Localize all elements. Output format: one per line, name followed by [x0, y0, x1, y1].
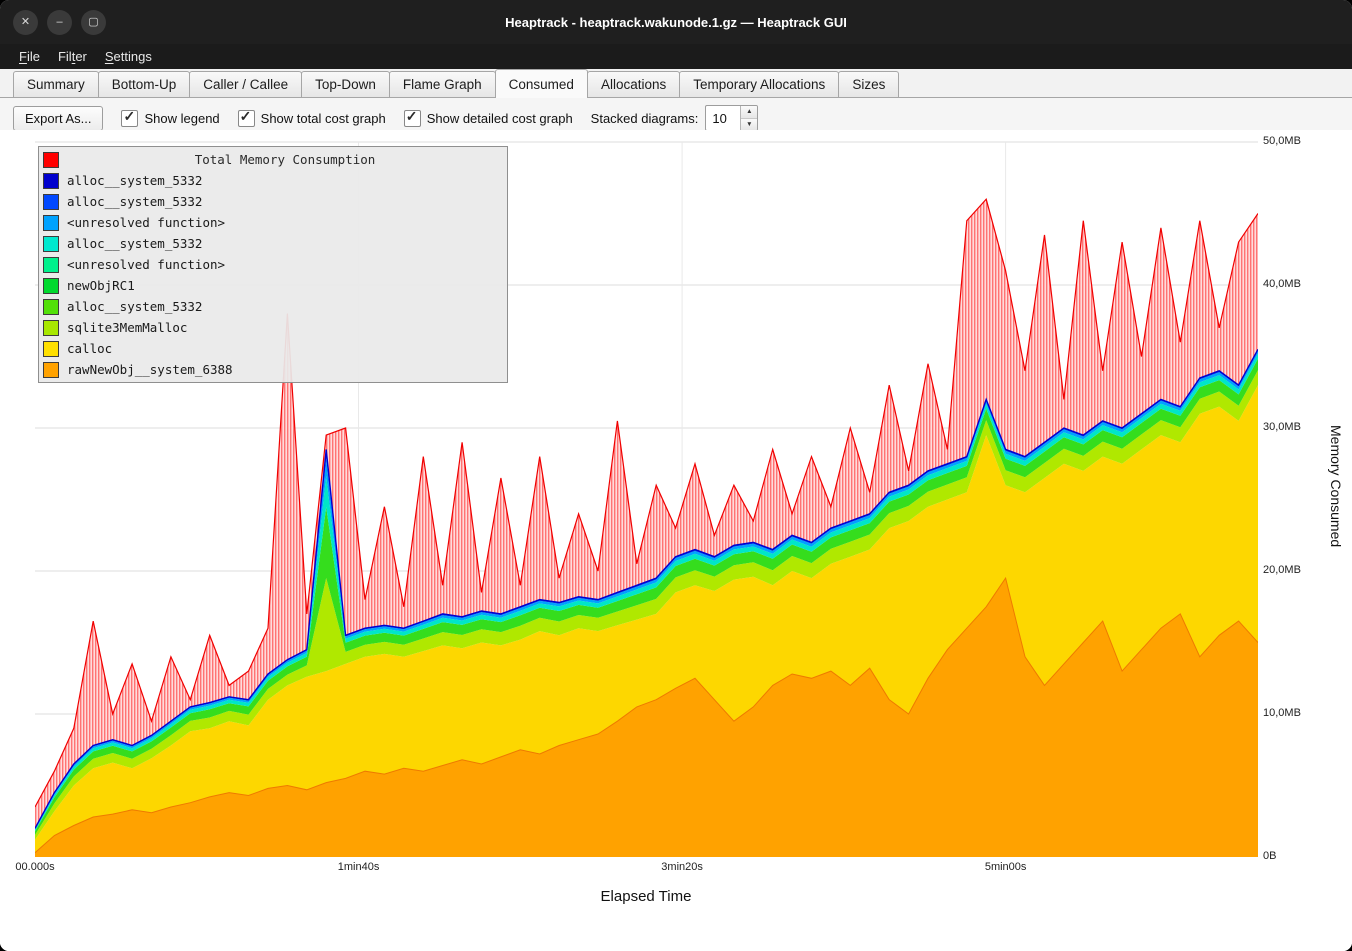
legend-swatch [43, 215, 59, 231]
checkbox-label: Show legend [144, 111, 219, 126]
maximize-button[interactable]: ▢ [81, 10, 106, 35]
tab-allocations[interactable]: Allocations [587, 71, 680, 97]
checkbox-show-total-cost-graph[interactable]: Show total cost graph [238, 110, 386, 127]
checkbox-box[interactable] [404, 110, 421, 127]
stacked-diagrams-label: Stacked diagrams: [591, 111, 699, 126]
checkbox-show-legend[interactable]: Show legend [121, 110, 219, 127]
x-tick-label: 00.000s [15, 861, 54, 873]
legend-item-label: <unresolved function> [67, 215, 225, 230]
checkbox-label: Show total cost graph [261, 111, 386, 126]
legend-swatch [43, 257, 59, 273]
minimize-button[interactable]: – [47, 10, 72, 35]
menu-settings[interactable]: Settings [96, 46, 161, 67]
checkbox-box[interactable] [121, 110, 138, 127]
y-tick-label: 30,0MB [1263, 421, 1301, 433]
window-controls: ✕–▢ [0, 10, 106, 35]
legend-item-label: <unresolved function> [67, 257, 225, 272]
legend-item: rawNewObj__system_6388 [39, 359, 507, 380]
tab-sizes[interactable]: Sizes [838, 71, 899, 97]
stacked-diagrams-group: Stacked diagrams: 10 ▲ ▼ [591, 105, 759, 131]
legend-item: sqlite3MemMalloc [39, 317, 507, 338]
tab-caller-callee[interactable]: Caller / Callee [189, 71, 302, 97]
tab-consumed[interactable]: Consumed [495, 69, 588, 97]
menu-filter[interactable]: Filter [49, 46, 96, 67]
legend-swatch [43, 299, 59, 315]
legend-item: alloc__system_5332 [39, 191, 507, 212]
spin-up-button[interactable]: ▲ [741, 106, 757, 118]
checkbox-box[interactable] [238, 110, 255, 127]
y-tick-label: 0B [1263, 850, 1276, 862]
legend-title-row: Total Memory Consumption [39, 149, 507, 170]
tab-bottom-up[interactable]: Bottom-Up [98, 71, 191, 97]
legend-swatch [43, 194, 59, 210]
legend-swatch [43, 278, 59, 294]
chart-legend: Total Memory Consumption alloc__system_53… [38, 146, 508, 383]
y-axis-title: Memory Consumed [1328, 425, 1344, 547]
tab-summary[interactable]: Summary [13, 71, 99, 97]
tab-temporary-allocations[interactable]: Temporary Allocations [679, 71, 839, 97]
spinbox-buttons: ▲ ▼ [740, 106, 757, 130]
menu-bar: FileFilterSettings [0, 44, 1352, 69]
legend-item-label: alloc__system_5332 [67, 236, 202, 251]
x-tick-label: 3min20s [661, 861, 703, 873]
title-bar: ✕–▢ Heaptrack - heaptrack.wakunode.1.gz … [0, 0, 1352, 44]
y-tick-label: 40,0MB [1263, 278, 1301, 290]
heaptrack-window: ✕–▢ Heaptrack - heaptrack.wakunode.1.gz … [0, 0, 1352, 951]
legend-item-label: rawNewObj__system_6388 [67, 362, 233, 377]
legend-swatch [43, 341, 59, 357]
x-axis-title: Elapsed Time [601, 888, 692, 905]
x-tick-label: 5min00s [985, 861, 1027, 873]
legend-item: alloc__system_5332 [39, 296, 507, 317]
legend-swatch [43, 236, 59, 252]
x-tick-label: 1min40s [338, 861, 380, 873]
legend-swatch [43, 320, 59, 336]
legend-item-label: alloc__system_5332 [67, 299, 202, 314]
y-tick-label: 50,0MB [1263, 135, 1301, 147]
legend-title: Total Memory Consumption [67, 152, 503, 167]
legend-item: calloc [39, 338, 507, 359]
legend-item: alloc__system_5332 [39, 170, 507, 191]
y-tick-label: 20,0MB [1263, 564, 1301, 576]
legend-item-label: calloc [67, 341, 112, 356]
legend-item-label: alloc__system_5332 [67, 173, 202, 188]
tab-top-down[interactable]: Top-Down [301, 71, 390, 97]
close-button[interactable]: ✕ [13, 10, 38, 35]
legend-item: newObjRC1 [39, 275, 507, 296]
y-tick-label: 10,0MB [1263, 707, 1301, 719]
legend-swatch [43, 362, 59, 378]
legend-item: alloc__system_5332 [39, 233, 507, 254]
checkbox-show-detailed-cost-graph[interactable]: Show detailed cost graph [404, 110, 573, 127]
window-title: Heaptrack - heaptrack.wakunode.1.gz — He… [0, 15, 1352, 30]
legend-swatch [43, 152, 59, 168]
spinbox-value[interactable]: 10 [706, 106, 740, 130]
stacked-diagrams-spinbox[interactable]: 10 ▲ ▼ [705, 105, 758, 131]
menu-file[interactable]: File [10, 46, 49, 67]
legend-item-label: alloc__system_5332 [67, 194, 202, 209]
tab-flame-graph[interactable]: Flame Graph [389, 71, 496, 97]
legend-item-label: sqlite3MemMalloc [67, 320, 187, 335]
legend-item: <unresolved function> [39, 254, 507, 275]
chart-area: Total Memory Consumption alloc__system_53… [0, 130, 1352, 951]
toolbar-checkboxes: Show legend Show total cost graph Show det… [121, 110, 572, 127]
legend-swatch [43, 173, 59, 189]
tab-bar: SummaryBottom-UpCaller / CalleeTop-DownF… [0, 69, 1352, 98]
spin-down-button[interactable]: ▼ [741, 118, 757, 131]
legend-item-label: newObjRC1 [67, 278, 135, 293]
legend-item: <unresolved function> [39, 212, 507, 233]
checkbox-label: Show detailed cost graph [427, 111, 573, 126]
export-as-button[interactable]: Export As... [13, 106, 103, 131]
